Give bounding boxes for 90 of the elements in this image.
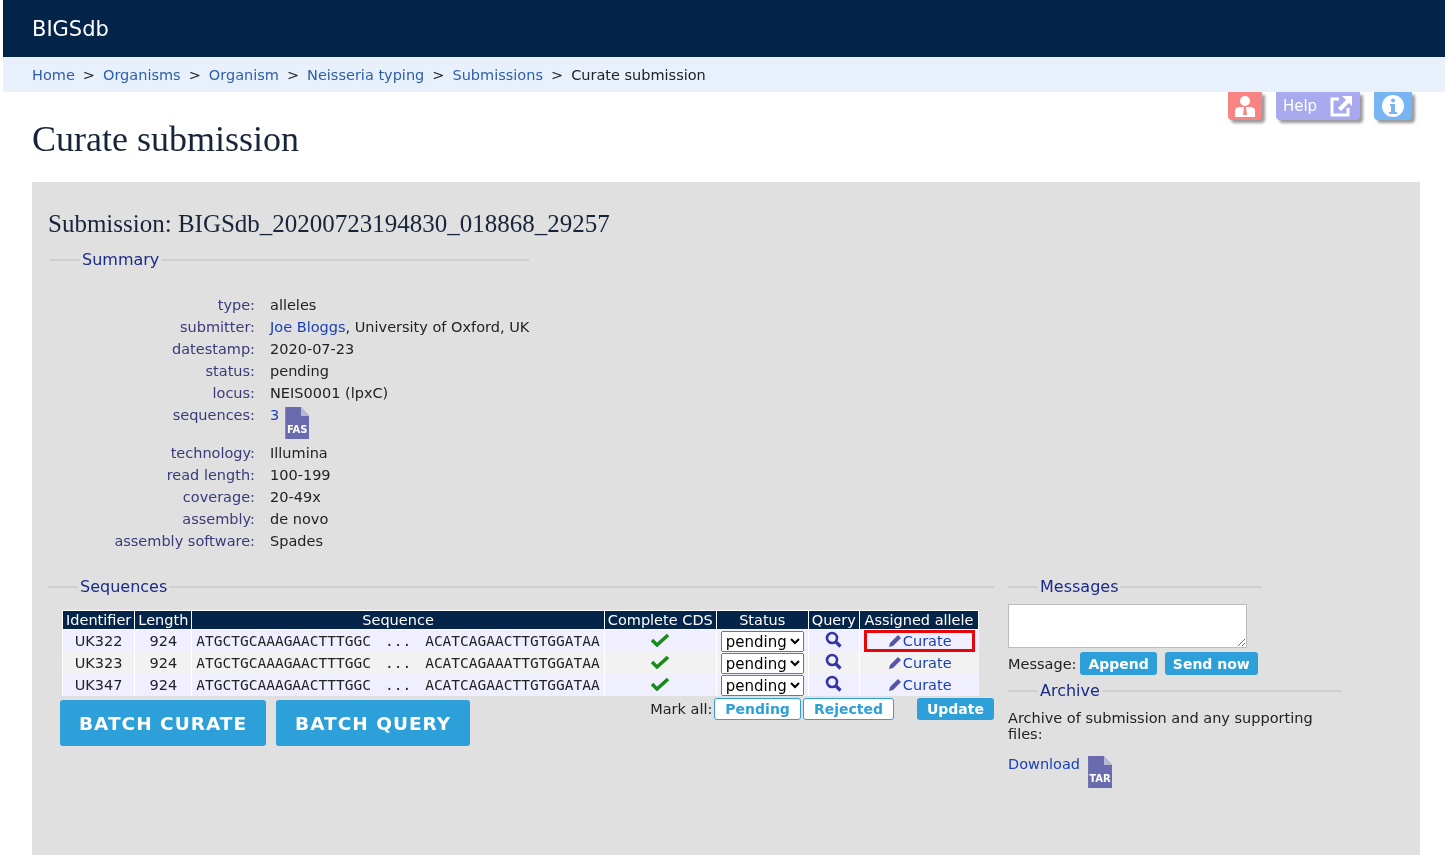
- status-select[interactable]: pending: [720, 652, 804, 674]
- info-icon: [1381, 94, 1405, 118]
- search-icon[interactable]: [825, 653, 843, 670]
- field-value: 20-49x: [270, 489, 322, 505]
- field-value: 100-199: [270, 467, 332, 483]
- breadcrumb-link[interactable]: Organisms: [103, 66, 181, 83]
- column-header: Query: [808, 610, 860, 630]
- field-label: status:: [204, 363, 255, 379]
- field-value: Spades: [270, 533, 324, 549]
- pencil-icon: [886, 633, 902, 649]
- fasta-file-icon[interactable]: FAS: [285, 407, 310, 439]
- field-label: type:: [216, 297, 255, 313]
- sequence-start: ATGCTGCAAAGAACTTTGGC: [196, 633, 371, 649]
- section-legend: Archive: [1038, 681, 1102, 700]
- sequence-start: ATGCTGCAAAGAACTTTGGC: [196, 655, 371, 671]
- status-select[interactable]: pending: [720, 630, 804, 652]
- field-label: datestamp:: [170, 341, 255, 357]
- field-label: technology:: [169, 445, 255, 461]
- breadcrumb-link[interactable]: Submissions: [452, 66, 543, 83]
- field-label: sequences:: [171, 407, 255, 423]
- archive-description: Archive of submission and any supporting files:: [1008, 710, 1314, 742]
- update-button[interactable]: Update: [916, 698, 994, 720]
- section-legend: Messages: [1038, 577, 1121, 596]
- field-label: locus:: [211, 385, 255, 401]
- ellipsis: ...: [384, 655, 412, 671]
- field-value: , University of Oxford, UK: [345, 319, 530, 335]
- status-select[interactable]: pending: [720, 674, 804, 696]
- message-label: Message:: [1008, 655, 1077, 672]
- field-value: alleles: [270, 297, 318, 313]
- ellipsis: ...: [384, 677, 412, 693]
- field-value: 2020-07-23: [270, 341, 356, 357]
- breadcrumb-current: Curate submission: [571, 66, 706, 83]
- field-value: de novo: [270, 511, 330, 527]
- table-cell: 924: [134, 652, 192, 674]
- table-cell: UK322: [62, 629, 135, 652]
- section-legend: Summary: [80, 250, 162, 269]
- submission-title: Submission: BIGSdb_20200723194830_018868_29257: [48, 210, 611, 238]
- field-value: NEIS0001 (lpxC): [270, 385, 390, 401]
- batch-button[interactable]: BATCH QUERY: [276, 700, 471, 746]
- breadcrumb-separator: >: [550, 66, 564, 83]
- user-icon: [1235, 95, 1255, 117]
- batch-button[interactable]: BATCH CURATE: [60, 700, 267, 746]
- breadcrumb-separator: >: [432, 66, 445, 83]
- download-link[interactable]: Download: [1008, 756, 1081, 772]
- page-title: Curate submission: [32, 118, 300, 161]
- tar-file-icon[interactable]: TAR: [1088, 756, 1113, 788]
- message-field[interactable]: [1008, 604, 1247, 648]
- column-header: Identifier: [62, 610, 135, 630]
- table-cell: 924: [134, 674, 192, 696]
- curate-link[interactable]: Curate: [863, 630, 975, 652]
- column-header: Complete CDS: [604, 610, 717, 630]
- ellipsis: ...: [384, 633, 412, 649]
- search-icon[interactable]: [825, 631, 843, 648]
- site-title[interactable]: BIGSdb: [32, 16, 109, 41]
- pencil-icon: [886, 677, 902, 693]
- mark-all-label: Mark all:: [650, 701, 713, 717]
- pencil-icon: [886, 655, 902, 671]
- mark-all-button[interactable]: Pending: [714, 698, 801, 720]
- column-header: Assigned allele: [859, 610, 979, 630]
- breadcrumb-separator: >: [188, 66, 201, 83]
- search-icon[interactable]: [825, 675, 843, 692]
- table-cell: 924: [134, 629, 192, 652]
- external-link-icon: [1329, 95, 1354, 117]
- mark-all-button[interactable]: Rejected: [802, 698, 894, 720]
- message-button[interactable]: Send now: [1164, 652, 1258, 675]
- sequence-count-link[interactable]: 3: [270, 407, 280, 423]
- breadcrumb-link[interactable]: Organism: [208, 66, 279, 83]
- breadcrumb-separator: >: [286, 66, 300, 83]
- table-cell: UK347: [62, 674, 135, 696]
- field-value: pending: [270, 363, 330, 379]
- table-cell: UK323: [62, 652, 135, 674]
- sequence-end: ACATCAGAACTTGTGGATAA: [425, 677, 600, 693]
- field-label: assembly:: [181, 511, 255, 527]
- breadcrumb-link[interactable]: Neisseria typing: [307, 66, 425, 83]
- field-label: coverage:: [181, 489, 255, 505]
- field-label: read length:: [165, 467, 255, 483]
- sequence-start: ATGCTGCAAAGAACTTTGGC: [196, 677, 371, 693]
- sequence-end: ACATCAGAAATTGTGGATAA: [425, 655, 600, 671]
- field-value: Illumina: [270, 445, 329, 461]
- field-label: submitter:: [179, 319, 255, 335]
- submitter-link[interactable]: Joe Bloggs: [270, 319, 346, 335]
- sequence-end: ACATCAGAACTTGTGGATAA: [425, 633, 600, 649]
- field-label: assembly software:: [113, 533, 255, 549]
- column-header: Sequence: [191, 610, 605, 630]
- breadcrumb-separator: >: [82, 66, 95, 83]
- column-header: Length: [134, 610, 192, 630]
- breadcrumb-link[interactable]: Home: [32, 66, 75, 83]
- section-legend: Sequences: [78, 577, 170, 596]
- message-button[interactable]: Append: [1080, 652, 1157, 675]
- column-header: Status: [716, 610, 809, 630]
